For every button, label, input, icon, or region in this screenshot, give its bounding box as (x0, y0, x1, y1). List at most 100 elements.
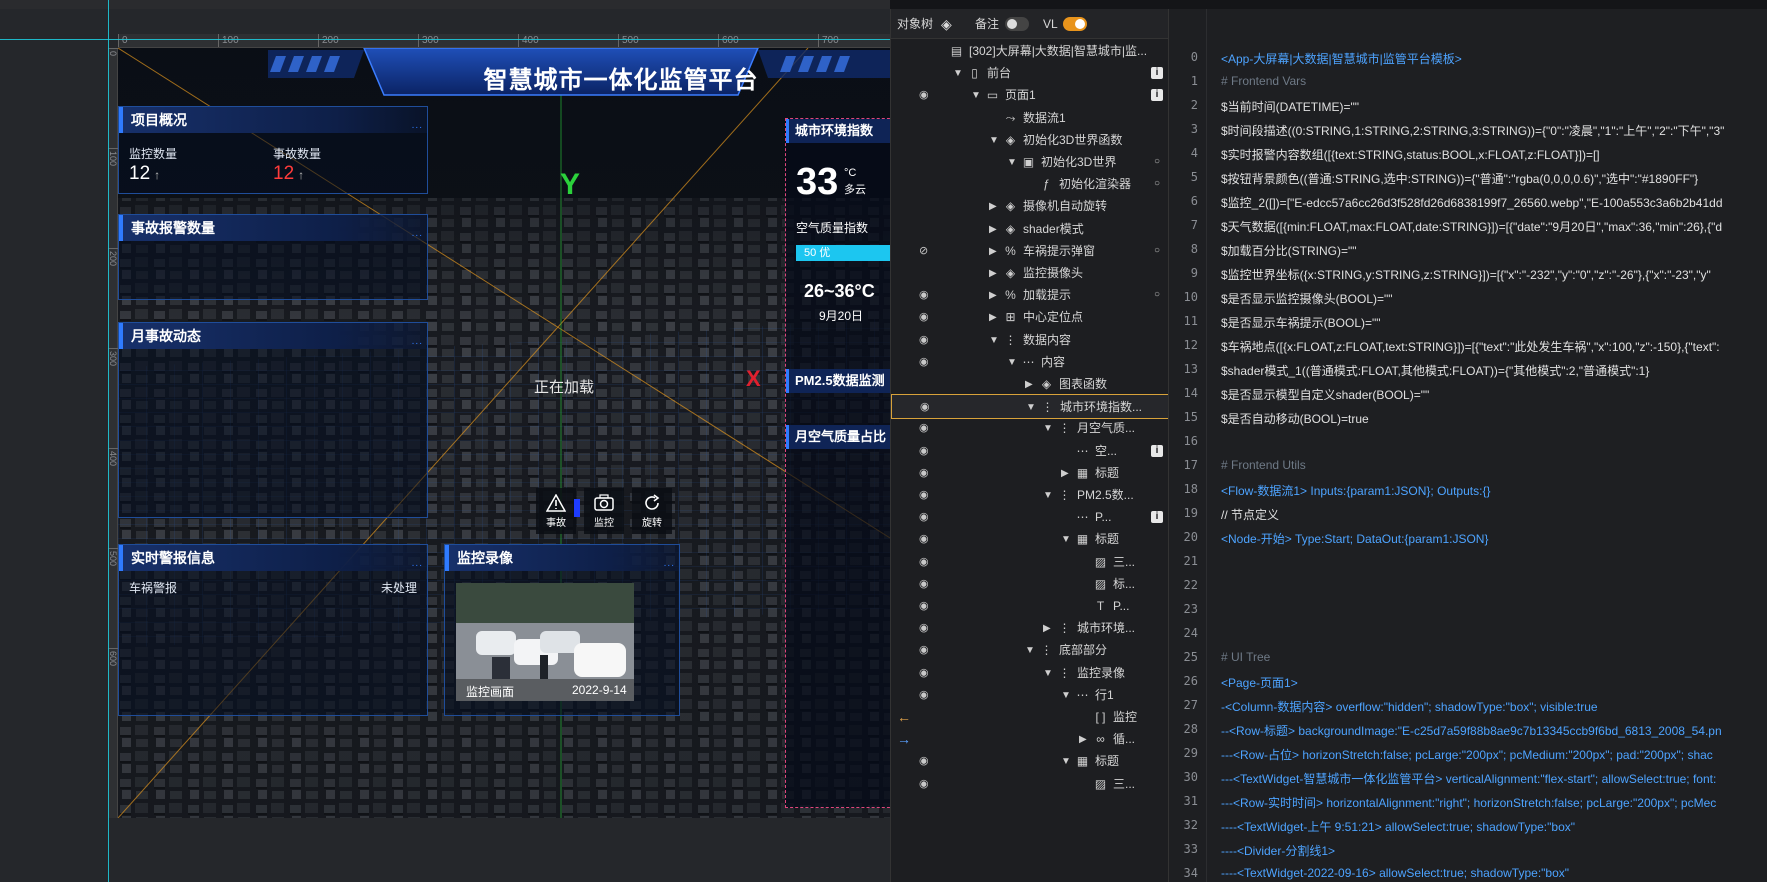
code-line[interactable]: <Flow-数据流1> Inputs:{param1:JSON}; Output… (1221, 482, 1490, 499)
code-line[interactable]: ----<TextWidget-上午 9:51:21> allowSelect:… (1221, 818, 1575, 835)
code-line[interactable]: ----<Divider-分割线1> (1221, 842, 1335, 859)
line-number: 25 (1183, 650, 1198, 664)
selected-toolbar-marker (574, 499, 580, 517)
ruler-tick: 600 (718, 34, 739, 47)
line-number: 21 (1183, 554, 1198, 568)
code-line[interactable]: $监控_2([])=["E-edcc57a6cc26d3f528fd26d683… (1221, 194, 1723, 211)
monitor-count-label: 监控数量 (129, 147, 178, 161)
code-line[interactable]: <Page-页面1> (1221, 674, 1298, 691)
code-line[interactable]: ---<TextWidget-智慧城市一体化监管平台> verticalAlig… (1221, 770, 1716, 787)
vertical-ruler[interactable]: 0 100 200 300 400 500 600 (108, 48, 118, 818)
info-badge-icon[interactable]: i (1151, 444, 1163, 457)
tree-node[interactable]: ◉ ▨ 三... (891, 772, 1169, 797)
code-line[interactable]: $当前时间(DATETIME)="" (1221, 98, 1359, 115)
more-icon: ... (411, 120, 423, 131)
code-line[interactable]: --<Row-标题> backgroundImage:"E-c25d7a59f8… (1221, 722, 1722, 739)
column-icon: ⋮ (1041, 400, 1054, 415)
eye-icon[interactable]: ◉ (919, 772, 935, 797)
image-icon: ▨ (1094, 554, 1107, 569)
info-badge-icon[interactable]: i (1151, 89, 1163, 102)
overview-panel[interactable]: 项目概况... 监控数量 12 ↑ 事故数量 12 ↑ (118, 106, 428, 194)
column-icon: ⋮ (1058, 665, 1071, 680)
line-number: 27 (1183, 698, 1198, 712)
code-line[interactable]: $是否显示监控摄像头(BOOL)="" (1221, 290, 1393, 307)
line-number: 16 (1183, 434, 1198, 448)
code-line[interactable]: <Node-开始> Type:Start; DataOut:{param1:JS… (1221, 530, 1488, 547)
code-line[interactable]: $是否显示车祸提示(BOOL)="" (1221, 314, 1381, 331)
cube-icon: ◈ (1041, 377, 1052, 391)
line-number: 4 (1190, 146, 1198, 160)
ruler-tick: 0 (118, 34, 128, 47)
code-line[interactable]: $加载百分比(STRING)="" (1221, 242, 1357, 259)
rotate-icon (632, 488, 672, 514)
line-number: 18 (1183, 482, 1198, 496)
vl-toggle[interactable] (1063, 17, 1087, 31)
realtime-alarm-panel[interactable]: 实时警报信息... 车祸警报 未处理 (118, 544, 428, 716)
alarm-count-panel[interactable]: 事故报警数量... (118, 214, 428, 300)
status-dot-icon[interactable]: ○ (1151, 156, 1163, 168)
code-line[interactable]: # Frontend Utils (1221, 458, 1306, 472)
design-canvas[interactable]: 0 100 200 300 400 500 600 700 0 100 200 300 400 500 6… (0, 9, 890, 882)
screen-page[interactable]: 智慧城市一体化监管平台 项目概况... 监控数量 12 ↑ 事故数量 12 ↑ 事故… (118, 48, 890, 818)
y-axis-gizmo[interactable]: Y (560, 168, 580, 202)
object-tree-title: 对象树 (897, 17, 934, 31)
line-number: 19 (1183, 506, 1198, 520)
object-tree-header: 对象树 ◈ 备注 VL (891, 9, 1169, 39)
page-icon: ▭ (986, 88, 999, 103)
accident-tool-button[interactable]: 事故 (536, 488, 576, 534)
code-line[interactable]: $实时报警内容数组([{text:STRING,status:BOOL,x:FL… (1221, 146, 1600, 163)
status-dot-icon[interactable]: ○ (1151, 245, 1163, 257)
monthly-air-quality-title: 月空气质量占比 (786, 425, 890, 449)
info-badge-icon[interactable]: i (1151, 511, 1163, 524)
code-line[interactable]: $时间段描述((0:STRING,1:STRING,2:STRING,3:STR… (1221, 122, 1724, 139)
percent-icon: % (1005, 288, 1016, 303)
row-icon: ⋯ (1076, 443, 1089, 458)
code-line[interactable]: # UI Tree (1221, 650, 1270, 664)
notes-toggle[interactable] (1005, 17, 1029, 31)
code-line[interactable]: // 节点定义 (1221, 506, 1279, 523)
code-line[interactable]: -<Column-数据内容> overflow:"hidden"; shadow… (1221, 698, 1598, 715)
tool-label: 旋转 (642, 518, 662, 529)
code-line[interactable]: $按钮背景颜色((普通:STRING,选中:STRING))={"普通":"rg… (1221, 170, 1698, 187)
ruler-tick: 100 (108, 148, 118, 166)
layers-icon[interactable]: ◈ (941, 16, 952, 33)
code-line[interactable]: ---<Row-占位> horizonStretch:false; pcLarg… (1221, 746, 1713, 763)
code-line[interactable]: $监控世界坐标({x:STRING,y:STRING,z:STRING}])=[… (1221, 266, 1711, 283)
video-thumbnail[interactable]: 监控画面 2022-9-14 (456, 583, 634, 701)
horizontal-ruler[interactable]: 0 100 200 300 400 500 600 700 (118, 34, 890, 48)
code-line[interactable]: $shader模式_1((普通模式:FLOAT,其他模式:FLOAT))={"其… (1221, 362, 1649, 379)
code-line[interactable]: # Frontend Vars (1221, 74, 1306, 88)
line-number: 33 (1183, 842, 1198, 856)
monitor-tool-button[interactable]: 监控 (584, 488, 624, 534)
code-line[interactable]: <App-大屏幕|大数据|智慧城市|监管平台模板> (1221, 50, 1462, 67)
tool-label: 监控 (594, 518, 614, 529)
monthly-accident-panel[interactable]: 月事故动态... (118, 322, 428, 518)
title-banner: 智慧城市一体化监管平台 (416, 57, 826, 105)
line-number: 7 (1190, 218, 1198, 232)
city-environment-panel[interactable]: 城市环境指数 33 °C 多云 空气质量指数 50 优 26~36°C 9月20… (785, 118, 890, 808)
rotate-tool-button[interactable]: 旋转 (632, 488, 672, 534)
code-line[interactable]: ----<TextWidget-2022-09-16> allowSelect:… (1221, 866, 1569, 880)
status-dot-icon[interactable]: ○ (1151, 178, 1163, 190)
alarm-item-status: 未处理 (380, 581, 417, 595)
column-icon: ⋮ (1058, 621, 1071, 636)
line-number: 30 (1183, 770, 1198, 784)
x-axis-gizmo[interactable]: X (746, 366, 761, 392)
code-panel[interactable]: 0 1 2 3 4 5 6 7 8 9 10 11 12 13 14 15 16 17 18 19 20 21 22 23 24… (1168, 9, 1767, 882)
info-badge-icon[interactable]: i (1151, 67, 1163, 80)
code-line[interactable]: $是否显示模型自定义shader(BOOL)="" (1221, 386, 1429, 403)
warning-icon (536, 488, 576, 514)
video-caption: 监控画面 (466, 685, 515, 699)
canvas-guide-vertical[interactable] (108, 0, 109, 882)
code-line[interactable]: ---<Row-实时时间> horizontalAlignment:"right… (1221, 794, 1716, 811)
alarm-item-label[interactable]: 车祸警报 (129, 579, 177, 596)
code-line[interactable]: $是否自动移动(BOOL)=true (1221, 410, 1369, 427)
panel-title: 月事故动态 (131, 328, 201, 344)
notes-label: 备注 (975, 17, 1000, 31)
cube-icon: ◈ (1005, 199, 1016, 214)
status-dot-icon[interactable]: ○ (1151, 289, 1163, 301)
canvas-guide-horizontal[interactable] (0, 39, 890, 40)
code-line[interactable]: $车祸地点([{x:FLOAT,z:FLOAT,text:STRING}])=[… (1221, 338, 1720, 355)
code-line[interactable]: $天气数据([{min:FLOAT,max:FLOAT,date:STRING}… (1221, 218, 1722, 235)
monitor-count-value: 12 ↑ (129, 163, 161, 184)
